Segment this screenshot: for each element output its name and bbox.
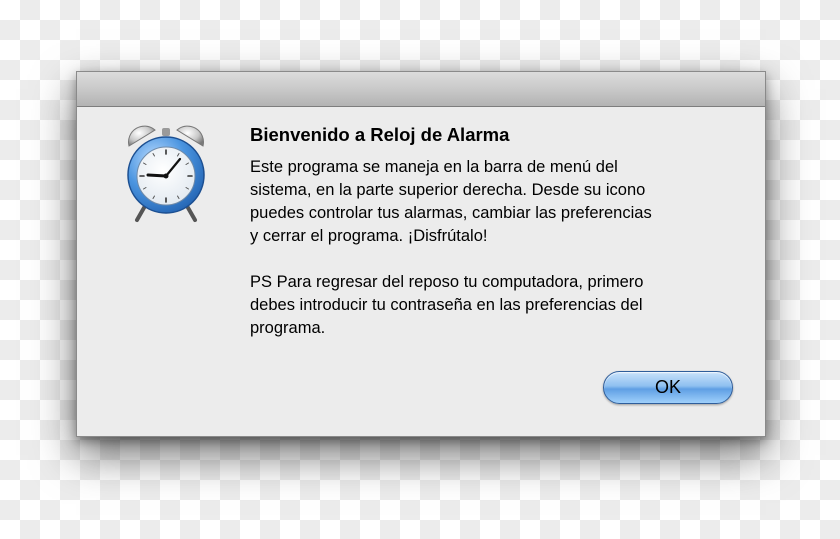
alarm-clock-icon: [121, 120, 211, 226]
alert-dialog: Bienvenido a Reloj de Alarma Este progra…: [76, 71, 766, 437]
dialog-message-area: Este programa se maneja en la barra de m…: [250, 156, 750, 340]
ok-button[interactable]: OK: [603, 371, 733, 404]
dialog-title: Bienvenido a Reloj de Alarma: [250, 124, 510, 145]
dialog-titlebar[interactable]: [77, 72, 765, 107]
dialog-ps-note: PS Para regresar del reposo tu computado…: [250, 273, 644, 337]
dialog-message: Este programa se maneja en la barra de m…: [250, 158, 652, 245]
